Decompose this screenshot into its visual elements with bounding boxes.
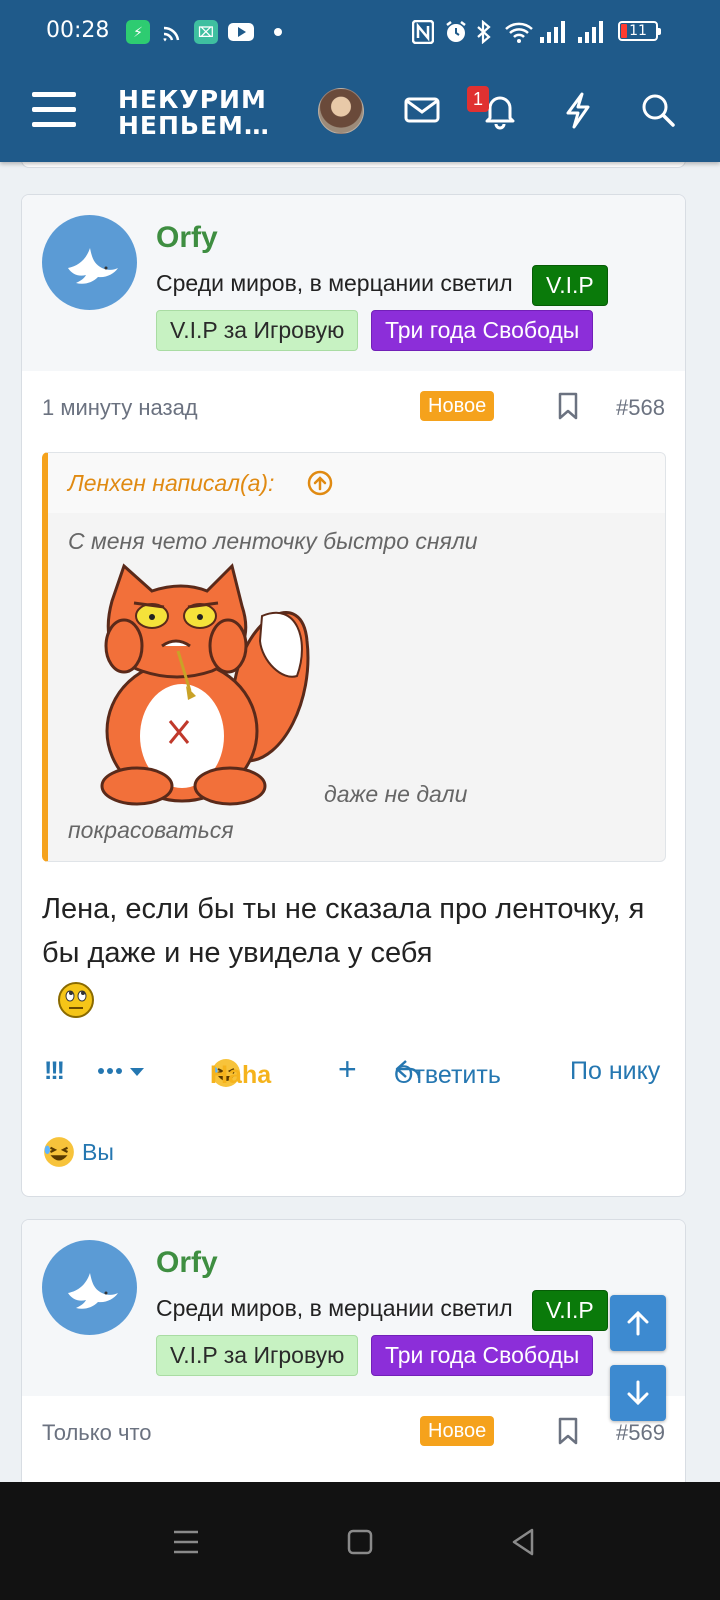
quote-author[interactable]: Ленхен написал(а):: [68, 470, 274, 497]
post-author-block: Orfy Среди миров, в мерцании светил V.I.…: [22, 195, 685, 371]
more-notifications-dot-icon: [274, 18, 282, 46]
post-569: Orfy Среди миров, в мерцании светил V.I.…: [21, 1219, 686, 1519]
post-time[interactable]: Только что: [42, 1420, 152, 1446]
app-notification-icon: ⌧: [194, 18, 218, 46]
menu-lines-icon: [174, 1530, 198, 1554]
scroll-to-top-button[interactable]: [610, 1295, 666, 1351]
lightning-icon: [566, 92, 590, 129]
author-username[interactable]: Orfy: [156, 221, 218, 255]
badge-three-years: Три года Свободы: [371, 1335, 594, 1376]
arrow-up-icon: [627, 1310, 649, 1336]
quote-text-line-2: даже не дали: [324, 781, 468, 807]
crying-fox-sticker: [82, 561, 317, 811]
signal-1-icon: [540, 18, 566, 46]
author-avatar[interactable]: [42, 215, 137, 310]
whats-new-button[interactable]: [556, 88, 600, 132]
badge-vip: V.I.P: [532, 1290, 608, 1331]
notification-count-badge: 1: [467, 86, 489, 112]
arrow-down-icon: [627, 1380, 649, 1406]
go-to-quote-button[interactable]: [306, 469, 334, 497]
post-actions: !!! Haha + Ответить По нику: [22, 1051, 685, 1096]
system-navigation-bar: [0, 1482, 720, 1600]
menu-button[interactable]: [32, 92, 76, 130]
reaction-haha-button[interactable]: Haha: [210, 1057, 271, 1089]
recents-button[interactable]: [166, 1522, 206, 1562]
wifi-icon: [504, 18, 534, 46]
badge-vip-game: V.I.P за Игровую: [156, 310, 359, 351]
bookmark-icon: [558, 392, 578, 420]
scroll-to-bottom-button[interactable]: [610, 1365, 666, 1421]
bookmark-button[interactable]: [556, 391, 580, 421]
more-options-button[interactable]: [96, 1053, 148, 1096]
post-meta: 1 минуту назад Новое #568: [22, 387, 685, 427]
quote-header: Ленхен написал(а):: [48, 453, 665, 513]
dove-icon: [67, 1272, 118, 1309]
post-568: Orfy Среди миров, в мерцании светил V.I.…: [21, 194, 686, 1197]
status-time: 00:28: [46, 18, 110, 43]
author-username[interactable]: Orfy: [156, 1246, 218, 1280]
site-logo[interactable]: НЕКУРИМ НЕПЬЕМ…: [118, 87, 270, 139]
battery-icon: 11: [618, 21, 661, 41]
home-button[interactable]: [340, 1522, 380, 1562]
rolling-eyes-smiley-icon: [57, 981, 95, 1019]
bookmark-button[interactable]: [556, 1416, 580, 1446]
post-author-block: Orfy Среди миров, в мерцании светил V.I.…: [22, 1220, 685, 1396]
signal-2-icon: [578, 18, 604, 46]
badge-vip: V.I.P: [532, 265, 608, 306]
reply-by-nick-button[interactable]: По нику: [570, 1057, 660, 1086]
nfc-icon: [412, 18, 434, 46]
dove-icon: [67, 247, 118, 284]
alarm-icon: [444, 18, 468, 46]
report-button[interactable]: !!!: [44, 1057, 65, 1086]
laughing-emoji-icon: [44, 1137, 74, 1167]
search-button[interactable]: [636, 88, 680, 132]
post-meta: Только что Новое #569: [22, 1412, 685, 1452]
author-title: Среди миров, в мерцании светил: [156, 1295, 513, 1321]
more-dropdown-icon: [98, 1068, 144, 1076]
arrow-up-circle-icon: [307, 470, 333, 496]
add-reaction-button[interactable]: +: [338, 1051, 357, 1088]
back-triangle-icon: [512, 1528, 534, 1556]
new-badge: Новое: [420, 391, 495, 421]
post-number[interactable]: #569: [616, 1420, 665, 1446]
quote-text-line-3: покрасоваться: [68, 817, 234, 843]
post-body: Лена, если бы ты не сказала про ленточку…: [42, 893, 645, 969]
author-avatar[interactable]: [42, 1240, 137, 1335]
envelope-icon: [404, 97, 440, 123]
inbox-button[interactable]: [400, 88, 444, 132]
badge-three-years: Три года Свободы: [371, 310, 594, 351]
back-button[interactable]: [504, 1522, 544, 1562]
bluetooth-icon: [476, 18, 492, 46]
reply-button[interactable]: Ответить: [394, 1057, 501, 1089]
cast-icon: [162, 18, 182, 46]
new-badge: Новое: [420, 1416, 495, 1446]
reactions-summary[interactable]: Вы: [42, 1135, 114, 1169]
status-bar: 00:28 ⚡ ⌧ 11: [0, 0, 720, 64]
user-avatar-button[interactable]: [318, 88, 364, 134]
post-time[interactable]: 1 минуту назад: [42, 395, 198, 421]
youtube-icon: [228, 18, 254, 46]
reacted-by: Вы: [82, 1138, 114, 1165]
quote-block: Ленхен написал(а): С меня чето ленточку …: [42, 452, 666, 862]
author-title: Среди миров, в мерцании светил: [156, 270, 513, 296]
app-header: 00:28 ⚡ ⌧ 11 НЕКУРИМ НЕПЬЕМ… 1: [0, 0, 720, 162]
post-number[interactable]: #568: [616, 395, 665, 421]
search-icon: [642, 94, 675, 127]
square-icon: [347, 1529, 373, 1555]
quote-text-line-1: С меня чето ленточку быстро сняли: [68, 528, 478, 554]
badge-vip-game: V.I.P за Игровую: [156, 1335, 359, 1376]
battery-saver-app-icon: ⚡: [126, 18, 150, 46]
bookmark-icon: [558, 1417, 578, 1445]
